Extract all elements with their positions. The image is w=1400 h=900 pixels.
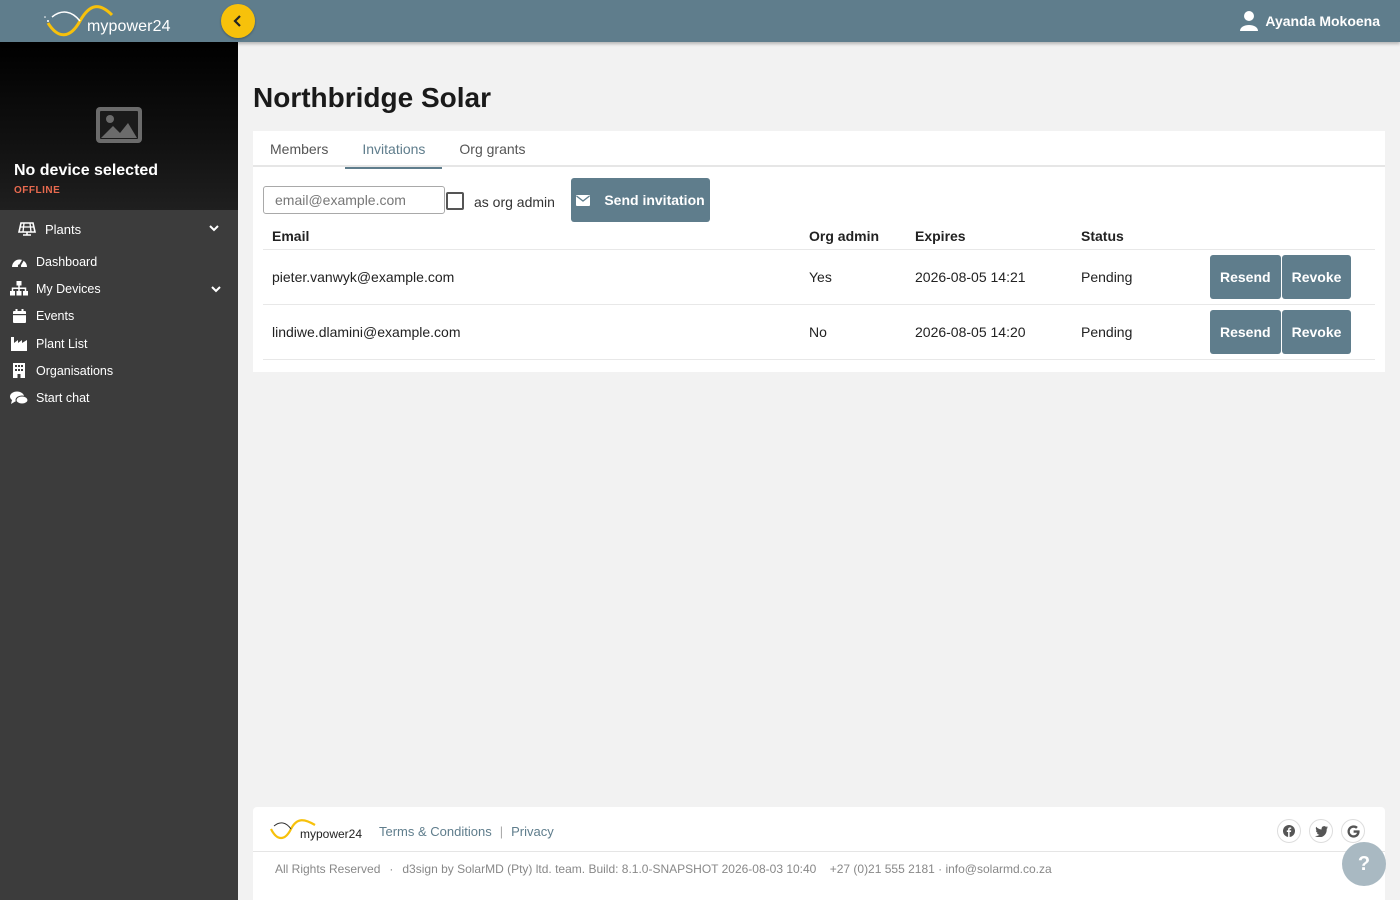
link-separator: | [499, 824, 504, 839]
table-row: lindiwe.dlamini@example.com No 2026-08-0… [263, 304, 1375, 360]
sidebar-item-my-devices[interactable]: My Devices [0, 275, 238, 302]
footer-logo-text: mypower24 [300, 827, 363, 841]
org-admin-label: as org admin [474, 194, 555, 210]
sidebar-item-label: Plant List [36, 336, 88, 351]
main-content: Northbridge Solar Members Invitations Or… [238, 42, 1400, 900]
invitation-actions: Resend Revoke [1201, 249, 1375, 305]
tab-members[interactable]: Members [253, 131, 345, 167]
user-menu[interactable]: Ayanda Mokoena [1239, 10, 1380, 32]
sidebar-item-label: Events [36, 309, 75, 324]
footer: mypower24 Terms & Conditions | Privacy All… [253, 807, 1385, 900]
sidebar-item-organisations[interactable]: Organisations [0, 357, 238, 384]
organisation-card: Members Invitations Org grants as org ad… [253, 131, 1385, 372]
column-header-status: Status [1072, 223, 1201, 250]
invite-form: as org admin Send invitation [263, 178, 1373, 222]
footer-bottom: All Rights Reserved · d3sign by SolarMD (P… [275, 862, 1052, 876]
sidebar-item-dashboard[interactable]: Dashboard [0, 248, 238, 275]
solar-panel-icon [18, 222, 36, 236]
footer-links: Terms & Conditions | Privacy [379, 824, 554, 839]
invitation-expires: 2026-08-05 14:20 [906, 304, 1072, 360]
google-link[interactable] [1341, 819, 1365, 843]
send-invitation-button[interactable]: Send invitation [571, 178, 710, 222]
sitemap-icon [10, 281, 28, 296]
invitation-email: lindiwe.dlamini@example.com [263, 304, 800, 360]
column-header-org-admin: Org admin [800, 223, 906, 250]
footer-top: mypower24 Terms & Conditions | Privacy [253, 807, 1385, 852]
tab-org-grants[interactable]: Org grants [442, 131, 542, 167]
collapse-sidebar-button[interactable] [221, 4, 255, 38]
calendar-icon [12, 309, 26, 324]
sidebar-item-label: My Devices [36, 281, 101, 296]
sidebar-item-label: Dashboard [36, 254, 98, 269]
send-invitation-label: Send invitation [604, 192, 705, 208]
privacy-link[interactable]: Privacy [511, 824, 554, 839]
chevron-down-icon [211, 286, 221, 293]
device-status-badge: OFFLINE [14, 185, 61, 196]
device-panel: No device selected OFFLINE [0, 42, 238, 210]
factory-icon [11, 336, 27, 351]
chat-icon [10, 391, 28, 405]
resend-button[interactable]: Resend [1210, 309, 1281, 354]
building-icon [13, 363, 25, 379]
sidebar-item-events[interactable]: Events [0, 303, 238, 330]
tab-bar: Members Invitations Org grants [253, 131, 1385, 169]
invitation-org-admin: No [800, 304, 906, 360]
facebook-icon [1283, 825, 1295, 837]
rights-text: All Rights Reserved [275, 862, 381, 876]
sidebar-nav: Dashboard My Devices Events Plant List O… [0, 248, 238, 412]
tab-invitations[interactable]: Invitations [345, 131, 443, 169]
facebook-link[interactable] [1277, 819, 1301, 843]
terms-link[interactable]: Terms & Conditions [379, 824, 492, 839]
revoke-button[interactable]: Revoke [1281, 254, 1352, 299]
build-text: d3sign by SolarMD (Pty) ltd. team. Build… [402, 862, 817, 876]
invitation-email: pieter.vanwyk@example.com [263, 249, 800, 305]
plants-label: Plants [45, 221, 82, 237]
revoke-button[interactable]: Revoke [1281, 309, 1352, 354]
user-icon [1240, 11, 1259, 31]
sidebar-item-plant-list[interactable]: Plant List [0, 330, 238, 357]
invitation-status: Pending [1072, 304, 1201, 360]
column-header-expires: Expires [906, 223, 1072, 250]
email-input[interactable] [263, 186, 445, 214]
sidebar-item-start-chat[interactable]: Start chat [0, 384, 238, 411]
table-row: pieter.vanwyk@example.com Yes 2026-08-05… [263, 249, 1375, 305]
resend-button[interactable]: Resend [1210, 254, 1281, 299]
separator-dot: · [389, 862, 394, 876]
contact-text: +27 (0)21 555 2181 · info@solarmd.co.za [829, 862, 1052, 876]
help-button[interactable]: ? [1342, 842, 1386, 886]
column-header-actions [1201, 223, 1375, 250]
logo-text: mypower24 [87, 18, 171, 35]
twitter-icon [1314, 825, 1328, 837]
envelope-icon [576, 194, 591, 206]
google-icon [1347, 824, 1360, 838]
chevron-down-icon [209, 225, 219, 232]
page-title: Northbridge Solar [253, 82, 492, 113]
invitations-table: Email Org admin Expires Status pieter.va… [263, 223, 1375, 360]
plants-dropdown[interactable]: Plants [0, 214, 238, 244]
sidebar: No device selected OFFLINE Plants Dashbo… [0, 42, 238, 900]
table-header-row: Email Org admin Expires Status [263, 223, 1375, 250]
image-placeholder-icon [96, 107, 142, 143]
sidebar-item-label: Start chat [36, 391, 90, 406]
invitation-org-admin: Yes [800, 249, 906, 305]
dashboard-icon [11, 259, 27, 268]
twitter-link[interactable] [1309, 819, 1333, 843]
user-name: Ayanda Mokoena [1265, 13, 1380, 29]
sidebar-item-label: Organisations [36, 363, 114, 378]
org-admin-checkbox[interactable] [446, 192, 464, 210]
column-header-email: Email [263, 223, 800, 250]
top-bar: mypower24 Ayanda Mokoena [0, 0, 1400, 42]
social-links [1269, 819, 1365, 843]
device-title: No device selected [14, 162, 159, 179]
invitation-expires: 2026-08-05 14:21 [906, 249, 1072, 305]
invitation-status: Pending [1072, 249, 1201, 305]
chevron-left-icon [233, 15, 241, 27]
invitation-actions: Resend Revoke [1201, 304, 1375, 360]
